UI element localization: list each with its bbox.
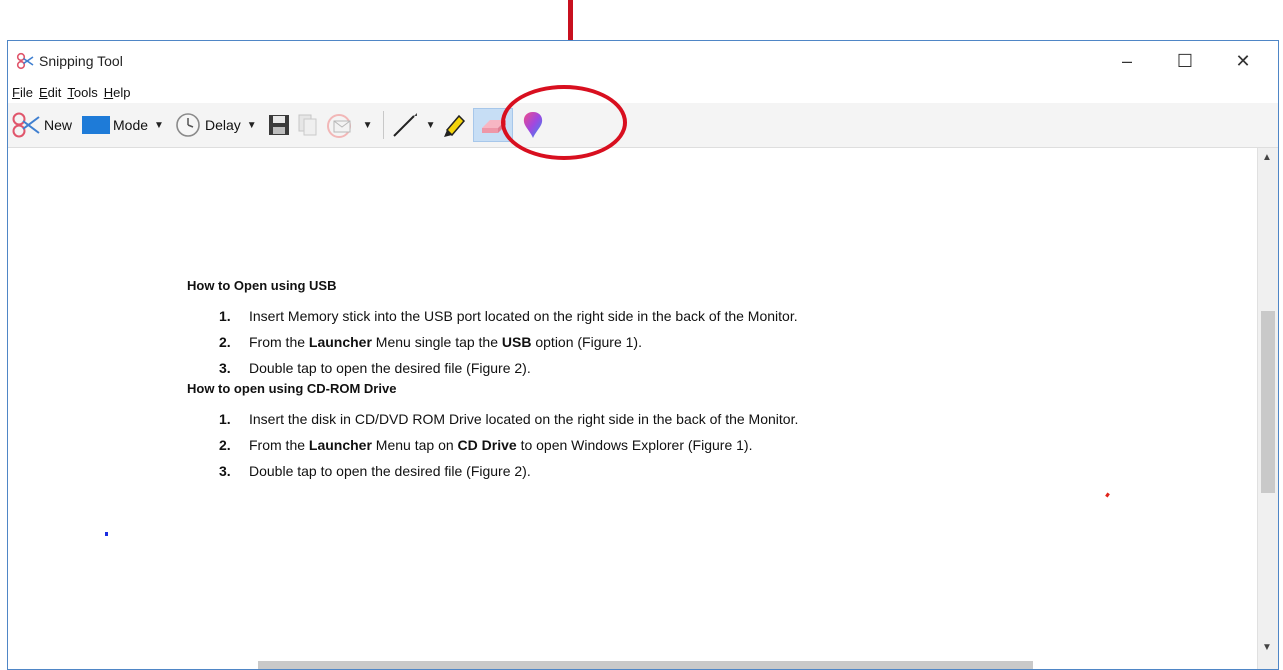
cdrom-steps-list: 1. Insert the disk in CD/DVD ROM Drive lo… — [187, 406, 798, 484]
save-button[interactable] — [267, 108, 291, 142]
copy-icon — [298, 114, 317, 136]
mode-button[interactable]: Mode ▼ — [76, 108, 164, 142]
toolbar: New Mode ▼ Delay ▼ ▼ ▼ — [8, 103, 1278, 148]
step-text-bold: USB — [501, 334, 532, 350]
step-text-bold: CD Drive — [457, 437, 517, 453]
step-text-bold: Launcher — [308, 437, 372, 453]
floppy-disk-icon — [268, 115, 289, 135]
step-number: 2. — [219, 437, 231, 453]
step-number: 3. — [219, 463, 231, 479]
send-dropdown-caret-icon[interactable]: ▼ — [363, 120, 373, 131]
snip-canvas: How to Open using USB 1. Insert Memory st… — [8, 148, 1278, 669]
step-text: Double tap to open the desired file (Fig… — [249, 463, 531, 479]
mode-rectangle-icon — [82, 116, 111, 134]
horizontal-scroll-thumb[interactable] — [258, 661, 1033, 669]
scroll-down-icon[interactable]: ▼ — [1262, 642, 1272, 653]
menu-tools[interactable]: Tools — [67, 85, 97, 100]
menu-help[interactable]: Help — [104, 85, 131, 100]
highlighter-icon — [444, 114, 466, 137]
minimize-button[interactable]: – — [1098, 41, 1156, 81]
captured-document: How to Open using USB 1. Insert Memory st… — [187, 278, 798, 484]
envelope-icon — [326, 114, 351, 138]
vertical-scroll-thumb[interactable] — [1261, 311, 1275, 493]
list-item: 3. Double tap to open the desired file (F… — [219, 458, 798, 484]
copy-button[interactable] — [295, 108, 321, 142]
list-item: 1. Insert Memory stick into the USB port … — [219, 303, 798, 329]
clock-icon — [176, 113, 200, 137]
window-title: Snipping Tool — [39, 53, 123, 69]
list-item: 2. From the Launcher Menu tap on CD Drive… — [219, 432, 798, 458]
usb-steps-list: 1. Insert Memory stick into the USB port … — [187, 303, 798, 381]
menu-bar: File Edit Tools Help — [8, 81, 1278, 103]
step-number: 3. — [219, 360, 231, 376]
delay-button[interactable]: Delay ▼ — [168, 108, 257, 142]
mode-label: Mode — [113, 117, 149, 133]
list-item: 3. Double tap to open the desired file (F… — [219, 355, 798, 381]
snipping-tool-window: Snipping Tool – ☐ ✕ File Edit Tools Help… — [7, 40, 1279, 670]
step-text: Insert the disk in CD/DVD ROM Drive loca… — [249, 411, 799, 427]
new-label: New — [44, 117, 73, 133]
step-text: option (Figure 1). — [531, 334, 642, 350]
send-snip-button[interactable]: ▼ — [325, 108, 373, 142]
step-text: to open Windows Explorer (Figure 1). — [516, 437, 753, 453]
step-text: From the — [249, 334, 309, 350]
list-item: 1. Insert the disk in CD/DVD ROM Drive lo… — [219, 406, 798, 432]
ink-mark — [1105, 492, 1110, 498]
title-bar[interactable]: Snipping Tool – ☐ ✕ — [8, 41, 1278, 81]
paint-3d-icon — [524, 112, 543, 138]
step-number: 1. — [219, 308, 231, 324]
ink-mark — [105, 532, 108, 536]
delay-label: Delay — [204, 117, 241, 133]
step-text: Insert Memory stick into the USB port lo… — [249, 308, 798, 324]
step-text: Menu tap on — [371, 437, 458, 453]
vertical-scrollbar[interactable]: ▲ ▼ — [1257, 148, 1278, 669]
highlighter-button[interactable] — [439, 108, 469, 142]
maximize-button[interactable]: ☐ — [1156, 41, 1214, 81]
step-text: Menu single tap the — [371, 334, 502, 350]
pen-icon — [392, 113, 417, 137]
pen-dropdown-caret-icon[interactable]: ▼ — [426, 120, 436, 131]
scissors-icon — [16, 52, 34, 70]
eraser-icon — [482, 120, 507, 133]
section-title-cdrom: How to open using CD-ROM Drive — [187, 381, 397, 396]
delay-dropdown-caret-icon[interactable]: ▼ — [247, 120, 257, 131]
step-text: From the — [249, 437, 309, 453]
step-text-bold: Launcher — [308, 334, 372, 350]
list-item: 2. From the Launcher Menu single tap the … — [219, 329, 798, 355]
toolbar-separator — [382, 111, 384, 139]
scroll-up-icon[interactable]: ▲ — [1262, 152, 1272, 163]
step-number: 1. — [219, 411, 231, 427]
scissors-icon — [12, 112, 40, 138]
eraser-button[interactable] — [473, 108, 514, 142]
mode-dropdown-caret-icon[interactable]: ▼ — [154, 120, 164, 131]
step-text: Double tap to open the desired file (Fig… — [249, 360, 531, 376]
step-number: 2. — [219, 334, 231, 350]
menu-edit[interactable]: Edit — [39, 85, 61, 100]
pen-button[interactable]: ▼ — [390, 108, 436, 142]
close-button[interactable]: ✕ — [1214, 41, 1272, 81]
paint-3d-button[interactable] — [519, 108, 547, 142]
menu-file[interactable]: File — [12, 85, 33, 100]
new-button[interactable]: New — [11, 108, 72, 142]
section-title-usb: How to Open using USB — [187, 278, 337, 293]
